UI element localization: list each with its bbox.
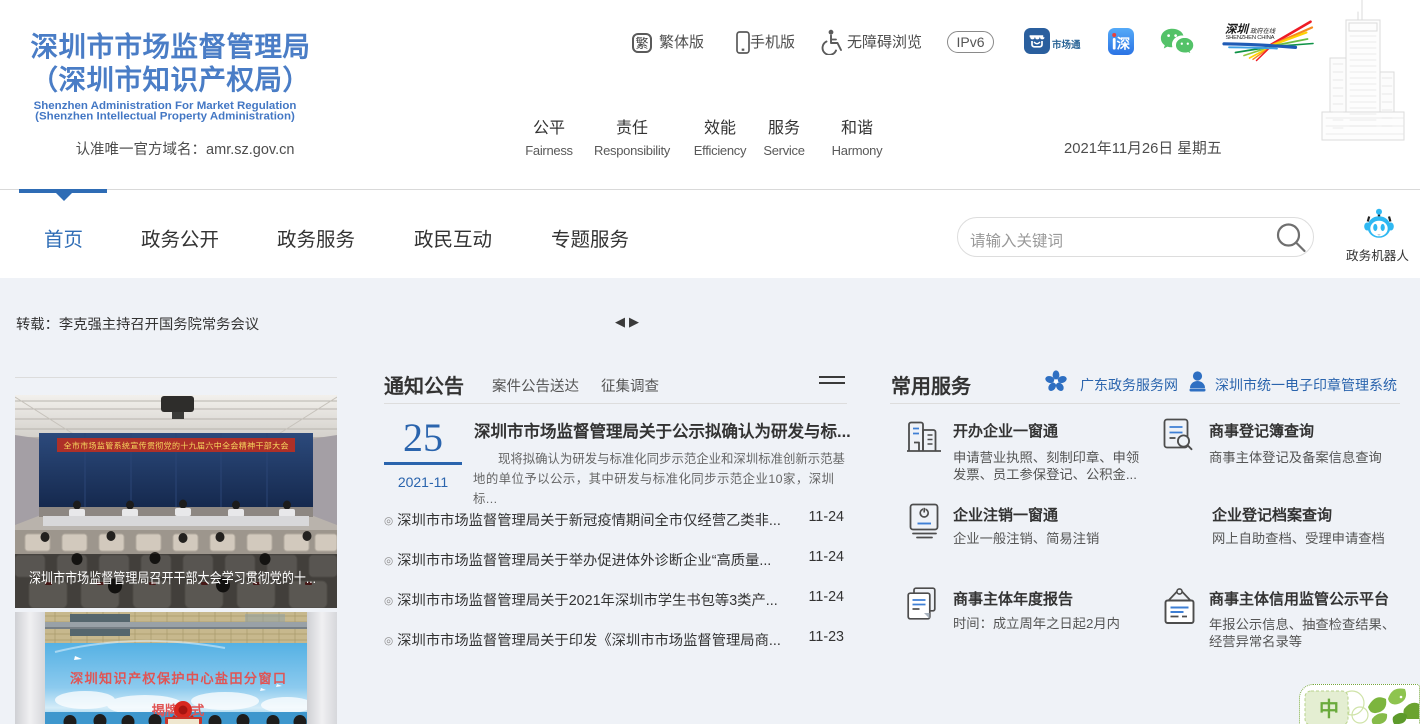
svg-text:全市市场监管系统宣传贯彻党的十九届六中全会精神干部大会: 全市市场监管系统宣传贯彻党的十九届六中全会精神干部大会 [64, 441, 289, 451]
svg-text:政府在线: 政府在线 [1250, 27, 1276, 35]
svg-text:中: 中 [1319, 697, 1339, 721]
svg-text:深: 深 [1117, 36, 1131, 52]
svg-text:SHENZHEN CHINA: SHENZHEN CHINA [1226, 35, 1275, 41]
svg-text:深圳知识产权保护中心盐田分窗口: 深圳知识产权保护中心盐田分窗口 [70, 670, 286, 686]
